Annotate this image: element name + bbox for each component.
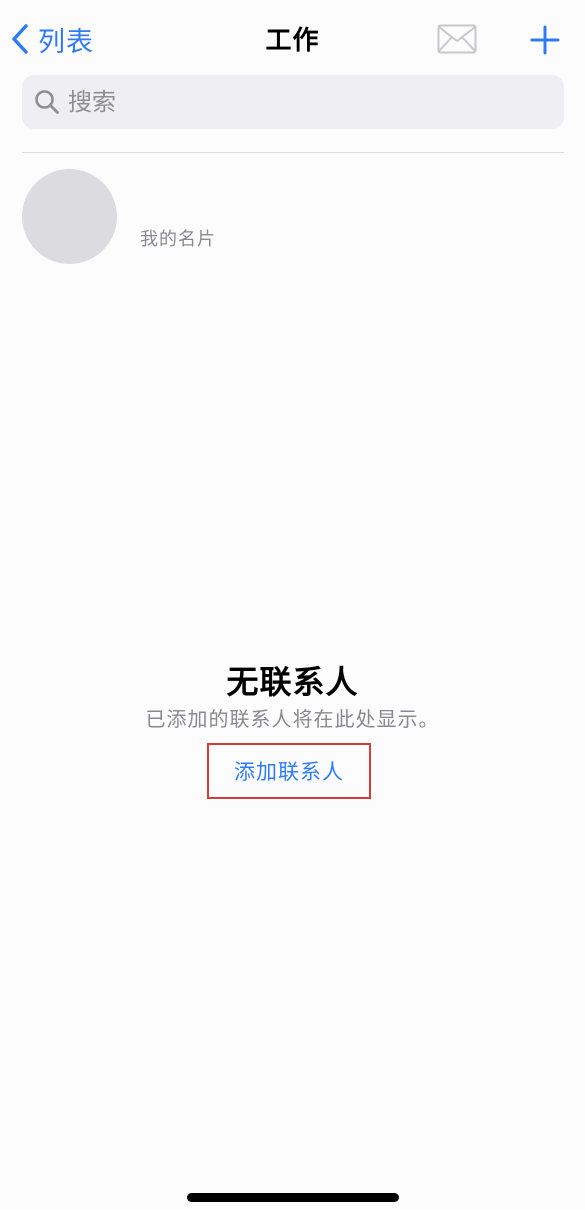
- plus-icon: [529, 25, 561, 60]
- home-indicator[interactable]: [187, 1193, 399, 1202]
- mail-button[interactable]: [437, 24, 477, 54]
- navigation-bar: 列表 工作: [0, 0, 585, 76]
- add-contact-button[interactable]: [529, 24, 561, 56]
- my-card-row[interactable]: 我的名片: [22, 169, 564, 265]
- envelope-icon: [437, 24, 477, 58]
- search-input[interactable]: [66, 87, 530, 117]
- search-bar[interactable]: [22, 75, 564, 129]
- avatar: [22, 169, 117, 264]
- empty-state-subtitle: 已添加的联系人将在此处显示。: [145, 707, 440, 731]
- empty-state-title: 无联系人: [226, 663, 359, 701]
- add-contact-link[interactable]: 添加联系人: [207, 743, 371, 799]
- page-title: 工作: [265, 26, 320, 56]
- my-card-label: 我的名片: [140, 229, 216, 250]
- add-contact-label: 添加联系人: [234, 760, 344, 784]
- magnifying-glass-icon: [22, 89, 60, 115]
- divider: [22, 152, 564, 153]
